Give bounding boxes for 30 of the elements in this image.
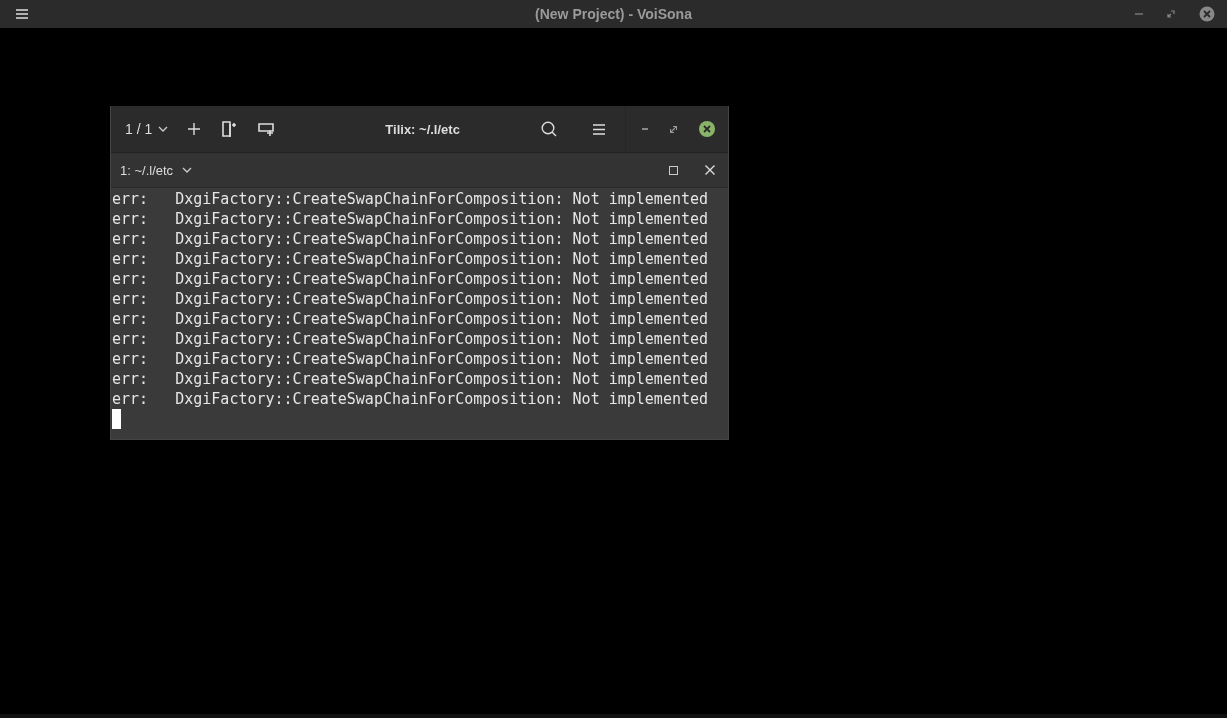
terminal-tab[interactable]: 1: ~/.l/etc [120,162,174,178]
terminal-line: err: DxgiFactory::CreateSwapChainForComposition: Not implemented [112,229,710,249]
split-vertical-icon[interactable] [222,121,237,137]
menu-icon[interactable] [593,123,605,135]
close-icon[interactable] [1199,6,1215,22]
terminal-line: err: DxgiFactory::CreateSwapChainForComposition: Not implemented [112,249,710,269]
add-icon[interactable] [188,123,201,135]
menu-icon[interactable] [16,9,28,19]
terminal-line: err: DxgiFactory::CreateSwapChainForComposition: Not implemented [112,309,710,329]
terminal-line: err: DxgiFactory::CreateSwapChainForComposition: Not implemented [112,349,710,369]
restore-icon[interactable] [1167,10,1175,18]
window-title: (New Project) - VoiSona [535,6,692,22]
session-selector[interactable]: 1 / 1 [125,121,169,137]
restore-icon[interactable] [670,125,677,133]
text-cursor [112,409,121,429]
caret-icon [158,126,169,132]
close-icon[interactable] [705,165,715,175]
terminal-line: err: DxgiFactory::CreateSwapChainForComposition: Not implemented [112,329,710,349]
search-icon[interactable] [541,121,557,137]
terminal-line: err: DxgiFactory::CreateSwapChainForComposition: Not implemented [112,269,710,289]
maximize-icon[interactable] [669,165,678,175]
terminal-line: err: DxgiFactory::CreateSwapChainForComposition: Not implemented [112,209,710,229]
terminal-line: err: DxgiFactory::CreateSwapChainForComposition: Not implemented [112,289,710,309]
terminal-line: err: DxgiFactory::CreateSwapChainForComposition: Not implemented [112,189,710,209]
terminal-line: err: DxgiFactory::CreateSwapChainForComposition: Not implemented [112,389,710,409]
close-icon[interactable] [699,121,715,137]
terminal-title: Tilix: ~/.l/etc [384,121,461,137]
terminal-line: err: DxgiFactory::CreateSwapChainForComposition: Not implemented [112,369,710,389]
split-horizontal-icon[interactable] [258,122,275,136]
caret-icon[interactable] [182,167,193,173]
